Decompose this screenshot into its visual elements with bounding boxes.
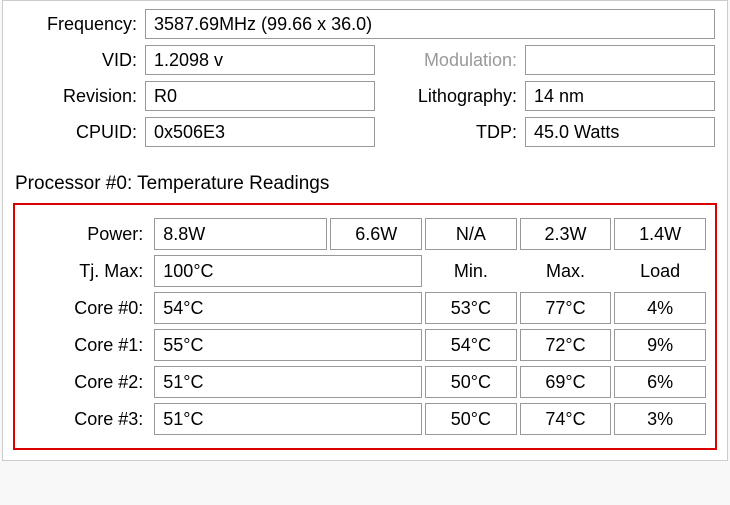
frequency-value: 3587.69MHz (99.66 x 36.0): [145, 9, 715, 39]
modulation-value: [525, 45, 715, 75]
core-2-max: 69°C: [520, 366, 612, 398]
modulation-label: Modulation:: [375, 50, 525, 71]
power-val-2: N/A: [425, 218, 517, 250]
temperature-readings-section: Power: 8.8W 6.6W N/A 2.3W 1.4W Tj. Max: …: [13, 203, 717, 450]
frequency-label: Frequency:: [15, 14, 145, 35]
core-row-3: Core #3: 51°C 50°C 74°C 3%: [24, 403, 706, 435]
tjmax-value: 100°C: [154, 255, 422, 287]
power-val-1: 6.6W: [330, 218, 422, 250]
section-title: Processor #0: Temperature Readings: [3, 165, 727, 199]
lithography-value: 14 nm: [525, 81, 715, 111]
core-row-1: Core #1: 55°C 54°C 72°C 9%: [24, 329, 706, 361]
power-val-4: 1.4W: [614, 218, 706, 250]
core-row-2: Core #2: 51°C 50°C 69°C 6%: [24, 366, 706, 398]
header-max: Max.: [520, 255, 612, 287]
power-row: Power: 8.8W 6.6W N/A 2.3W 1.4W: [24, 218, 706, 250]
cpuid-label: CPUID:: [15, 122, 145, 143]
core-0-label: Core #0:: [24, 292, 151, 324]
tdp-value: 45.0 Watts: [525, 117, 715, 147]
header-load: Load: [614, 255, 706, 287]
header-min: Min.: [425, 255, 517, 287]
power-label: Power:: [24, 218, 151, 250]
lithography-label: Lithography:: [375, 86, 525, 107]
vid-value: 1.2098 v: [145, 45, 375, 75]
core-2-current: 51°C: [154, 366, 422, 398]
core-1-label: Core #1:: [24, 329, 151, 361]
core-1-max: 72°C: [520, 329, 612, 361]
power-val-0: 8.8W: [154, 218, 327, 250]
core-0-min: 53°C: [425, 292, 517, 324]
cpu-info-panel: Frequency: 3587.69MHz (99.66 x 36.0) VID…: [2, 0, 728, 461]
tjmax-row: Tj. Max: 100°C Min. Max. Load: [24, 255, 706, 287]
core-row-0: Core #0: 54°C 53°C 77°C 4%: [24, 292, 706, 324]
core-3-max: 74°C: [520, 403, 612, 435]
tdp-label: TDP:: [375, 122, 525, 143]
core-2-min: 50°C: [425, 366, 517, 398]
core-0-current: 54°C: [154, 292, 422, 324]
core-3-current: 51°C: [154, 403, 422, 435]
core-1-load: 9%: [614, 329, 706, 361]
revision-label: Revision:: [15, 86, 145, 107]
tjmax-label: Tj. Max:: [24, 255, 151, 287]
cpuid-value: 0x506E3: [145, 117, 375, 147]
core-1-current: 55°C: [154, 329, 422, 361]
revision-value: R0: [145, 81, 375, 111]
core-2-label: Core #2:: [24, 366, 151, 398]
processor-info-section: Frequency: 3587.69MHz (99.66 x 36.0) VID…: [3, 1, 727, 165]
temperature-table: Power: 8.8W 6.6W N/A 2.3W 1.4W Tj. Max: …: [21, 213, 709, 440]
core-1-min: 54°C: [425, 329, 517, 361]
core-0-load: 4%: [614, 292, 706, 324]
core-3-min: 50°C: [425, 403, 517, 435]
power-val-3: 2.3W: [520, 218, 612, 250]
core-0-max: 77°C: [520, 292, 612, 324]
core-3-label: Core #3:: [24, 403, 151, 435]
core-2-load: 6%: [614, 366, 706, 398]
vid-label: VID:: [15, 50, 145, 71]
core-3-load: 3%: [614, 403, 706, 435]
